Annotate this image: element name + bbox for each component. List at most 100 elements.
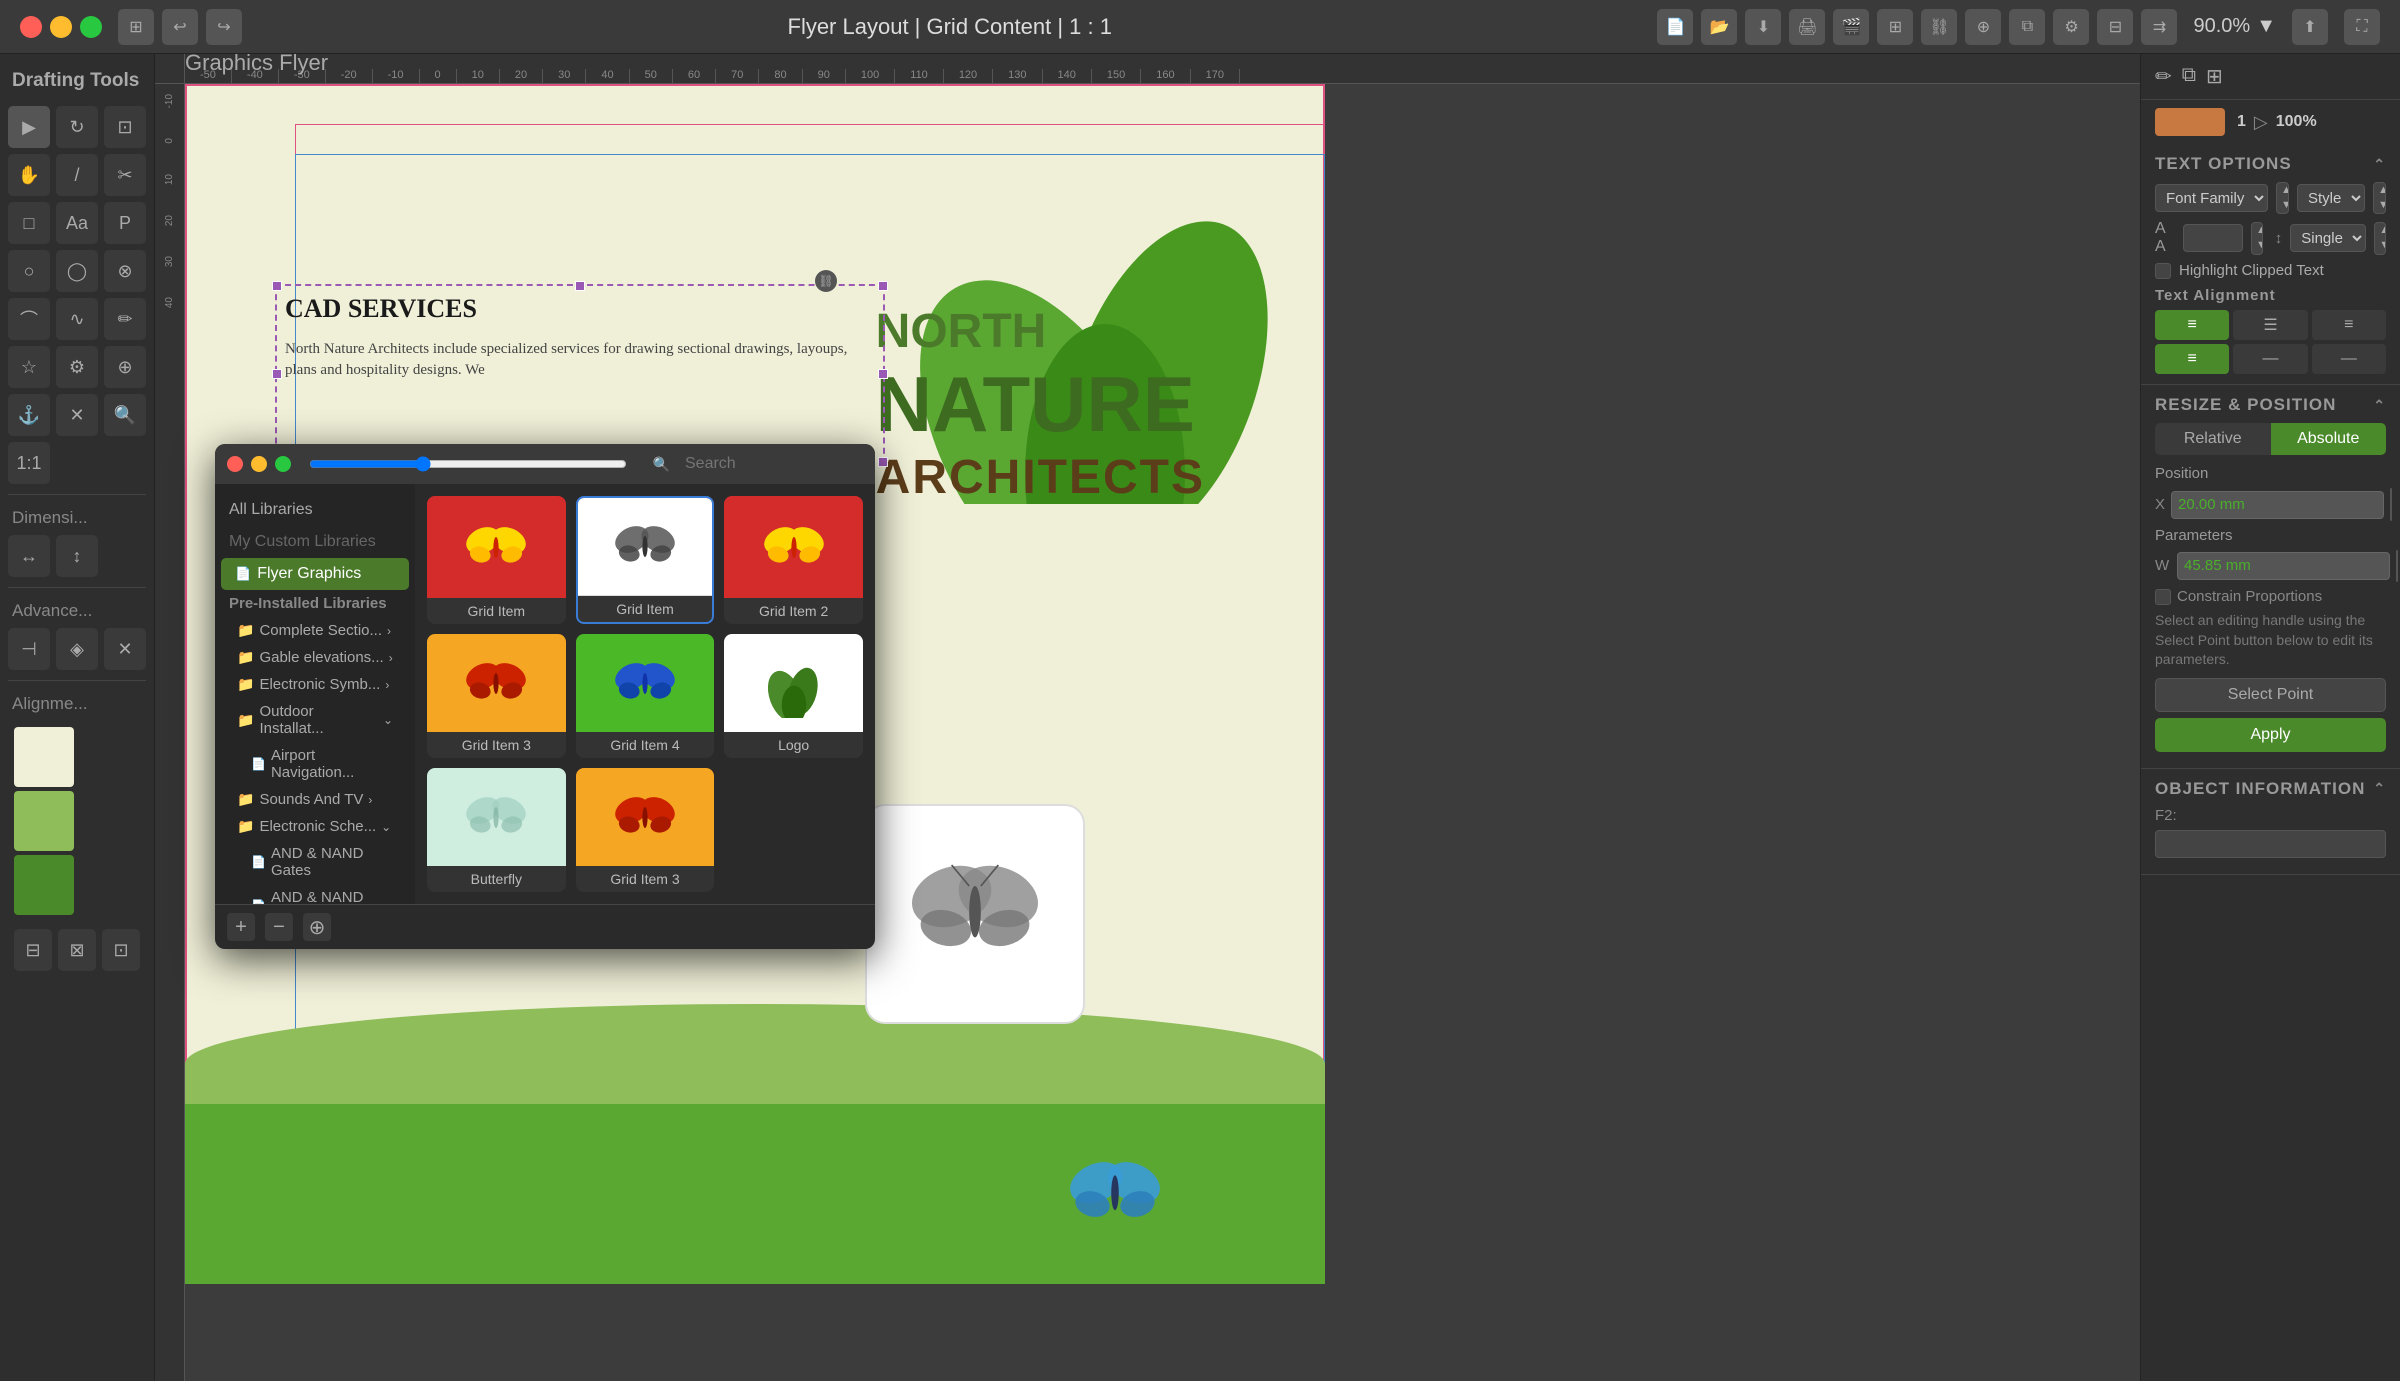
open-icon[interactable]: 📂 xyxy=(1701,9,1737,45)
font-stepper[interactable]: ▲ ▼ xyxy=(2276,182,2289,214)
grid-item-butterfly[interactable]: Butterfly xyxy=(427,768,566,892)
align-bottom-1[interactable]: ⊟ xyxy=(14,929,52,971)
dim-v-tool[interactable]: ↕ xyxy=(56,535,98,577)
font-size-input[interactable] xyxy=(2183,224,2243,252)
apply-button[interactable]: Apply xyxy=(2155,718,2386,752)
align-center-button[interactable]: ☰ xyxy=(2233,310,2307,340)
color-swatch-display[interactable] xyxy=(2155,108,2225,136)
width-down[interactable]: ▼ xyxy=(2397,566,2398,581)
font-family-select[interactable]: Font Family xyxy=(2155,184,2268,212)
object-info-field[interactable] xyxy=(2155,830,2386,858)
undo-icon[interactable]: ↩ xyxy=(162,9,198,45)
outdoor-installat-item[interactable]: 📁 Outdoor Installat... ⌄ xyxy=(215,698,415,742)
font-size-down[interactable]: ▼ xyxy=(2277,198,2288,213)
pos-x-down[interactable]: ▼ xyxy=(2391,505,2392,520)
swatch-cream[interactable] xyxy=(14,727,74,787)
line-spacing-stepper[interactable]: ▲ ▼ xyxy=(2374,222,2386,254)
paint-tool[interactable]: ✏ xyxy=(104,298,146,340)
align-left-button[interactable]: ≡ xyxy=(2155,310,2229,340)
resize-handle[interactable] xyxy=(575,281,585,291)
circle-tool[interactable]: ○ xyxy=(8,250,50,292)
gear-tool[interactable]: ⚙ xyxy=(56,346,98,388)
select-tool[interactable]: ▶ xyxy=(8,106,50,148)
resize-position-chevron[interactable]: ⌃ xyxy=(2373,397,2386,414)
width-input[interactable] xyxy=(2177,552,2390,580)
swatch-dark-green[interactable] xyxy=(14,855,74,915)
link-icon[interactable]: ⛓ xyxy=(1921,9,1957,45)
resize-handle[interactable] xyxy=(272,281,282,291)
resize-handle[interactable] xyxy=(272,369,282,379)
style-stepper[interactable]: ▲ ▼ xyxy=(2373,182,2386,214)
star-tool[interactable]: ☆ xyxy=(8,346,50,388)
and-nand-gates-item-2[interactable]: 📄 AND & NAND Gates xyxy=(215,884,415,904)
pos-x-up[interactable]: ▲ xyxy=(2391,489,2392,504)
object-info-chevron[interactable]: ⌃ xyxy=(2373,780,2386,797)
dim-h-tool[interactable]: ↔ xyxy=(8,535,50,577)
minimize-button[interactable] xyxy=(50,16,72,38)
constrain-checkbox[interactable] xyxy=(2155,589,2171,605)
flyer-graphics-item[interactable]: 📄 Flyer Graphics xyxy=(221,558,409,590)
font-size-stepper-2[interactable]: ▲ ▼ xyxy=(2251,222,2263,254)
speech-tool[interactable]: ◯ xyxy=(56,250,98,292)
grid-icon[interactable]: ⊞ xyxy=(1877,9,1913,45)
align-force-left[interactable]: — xyxy=(2233,344,2307,374)
grid-item-7[interactable]: Grid Item 3 xyxy=(576,768,715,892)
cross-tool[interactable]: ✕ xyxy=(56,394,98,436)
wave-tool[interactable]: ∿ xyxy=(56,298,98,340)
swatch-light-green[interactable] xyxy=(14,791,74,851)
absolute-toggle-button[interactable]: Absolute xyxy=(2271,423,2387,455)
zoom-dropdown-icon[interactable]: ▼ xyxy=(2256,15,2276,38)
node-tool[interactable]: ⊕ xyxy=(104,346,146,388)
close-button[interactable] xyxy=(20,16,42,38)
align-right-button[interactable]: ≡ xyxy=(2312,310,2386,340)
relative-toggle-button[interactable]: Relative xyxy=(2155,423,2271,455)
grid-item-3[interactable]: Grid Item 2 xyxy=(724,496,863,624)
placeholder-tool[interactable]: P xyxy=(104,202,146,244)
ls-up[interactable]: ▲ xyxy=(2375,223,2385,238)
grid-item-1[interactable]: Grid Item xyxy=(427,496,566,624)
width-stepper[interactable]: ▲ ▼ xyxy=(2396,550,2398,582)
pen-icon[interactable]: ✏ xyxy=(2155,64,2172,89)
layer-icon[interactable]: ⧉ xyxy=(2009,9,2045,45)
library-zoom-slider[interactable] xyxy=(309,456,627,472)
font-size-up-2[interactable]: ▲ xyxy=(2252,223,2262,238)
grid-item-logo[interactable]: Logo xyxy=(724,634,863,758)
media-icon[interactable]: 🎬 xyxy=(1833,9,1869,45)
all-libraries-item[interactable]: All Libraries xyxy=(215,494,415,526)
pen-tool[interactable]: / xyxy=(56,154,98,196)
scissors-tool[interactable]: ✂ xyxy=(104,154,146,196)
redo-icon[interactable]: ↪ xyxy=(206,9,242,45)
lib-remove-button[interactable]: − xyxy=(265,913,293,941)
lib-more-button[interactable]: ⊕ xyxy=(303,913,331,941)
grid-item-2[interactable]: Grid Item xyxy=(576,496,715,624)
export-icon[interactable]: ⬇ xyxy=(1745,9,1781,45)
layers-icon[interactable]: ⧉ xyxy=(2182,64,2196,89)
font-size-up[interactable]: ▲ xyxy=(2277,183,2288,198)
library-search-input[interactable] xyxy=(675,451,855,477)
flow-icon[interactable]: ⇉ xyxy=(2141,9,2177,45)
lib-close-button[interactable] xyxy=(227,456,243,472)
fullscreen-icon[interactable]: ⛶ xyxy=(2344,9,2380,45)
pos-x-stepper[interactable]: ▲ ▼ xyxy=(2390,488,2392,520)
airport-navigation-item[interactable]: 📄 Airport Navigation... xyxy=(215,742,415,786)
grid-view-icon[interactable]: ⊞ xyxy=(2206,64,2223,89)
position-x-input[interactable] xyxy=(2171,491,2384,519)
align-icon[interactable]: ⊟ xyxy=(2097,9,2133,45)
text-tool[interactable]: Aa xyxy=(56,202,98,244)
adv3-tool[interactable]: ✕ xyxy=(104,628,146,670)
rotate-tool[interactable]: ↻ xyxy=(56,106,98,148)
text-options-chevron[interactable]: ⌃ xyxy=(2373,156,2386,173)
complete-sectio-item[interactable]: 📁 Complete Sectio... › xyxy=(215,617,415,644)
width-up[interactable]: ▲ xyxy=(2397,551,2398,566)
font-style-select[interactable]: Style xyxy=(2297,184,2365,212)
sidebar-toggle-icon[interactable]: ⊞ xyxy=(118,9,154,45)
style-down[interactable]: ▼ xyxy=(2374,198,2385,213)
font-size-down-2[interactable]: ▼ xyxy=(2252,238,2262,253)
grid-item-5[interactable]: Grid Item 4 xyxy=(576,634,715,758)
lib-add-button[interactable]: + xyxy=(227,913,255,941)
adv1-tool[interactable]: ⊣ xyxy=(8,628,50,670)
sounds-and-tv-item[interactable]: 📁 Sounds And TV › xyxy=(215,786,415,813)
gable-elevations-item[interactable]: 📁 Gable elevations... › xyxy=(215,644,415,671)
lib-maximize-button[interactable] xyxy=(275,456,291,472)
arrange-icon[interactable]: ⚙ xyxy=(2053,9,2089,45)
